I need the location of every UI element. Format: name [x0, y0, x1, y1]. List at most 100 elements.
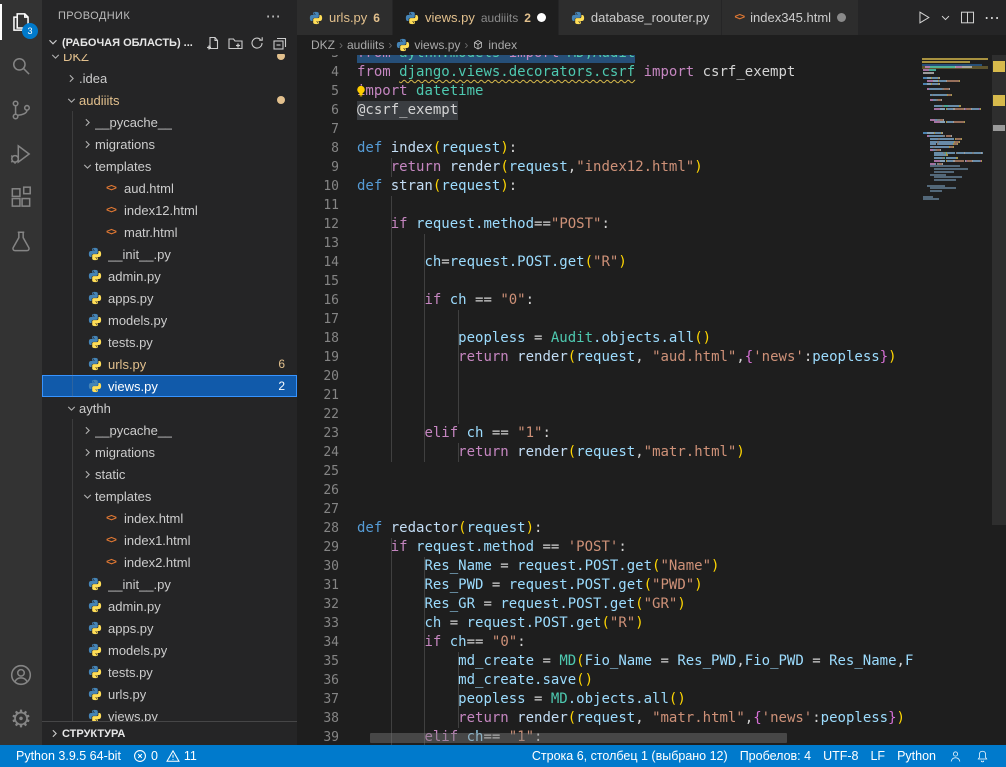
tree-item-aud.html[interactable]: <>aud.html: [42, 177, 297, 199]
tree-item-tests.py[interactable]: tests.py: [42, 661, 297, 683]
settings-gear-icon[interactable]: ⚙: [0, 697, 42, 741]
tab-database_roouter.py[interactable]: database_roouter.py: [559, 0, 723, 35]
tree-item-__init__.py[interactable]: __init__.py: [42, 573, 297, 595]
tree-item-index1.html[interactable]: <>index1.html: [42, 529, 297, 551]
tree-item-views.py[interactable]: views.py: [42, 705, 297, 721]
minimap[interactable]: [920, 55, 992, 745]
line-number[interactable]: 33: [297, 614, 339, 633]
breadcrumb-item-index[interactable]: index: [472, 38, 517, 52]
encoding-status[interactable]: UTF-8: [817, 745, 864, 767]
line-number[interactable]: 10: [297, 177, 339, 196]
breadcrumb-item-audiiits[interactable]: audiiits: [347, 38, 384, 52]
line-number[interactable]: 23: [297, 424, 339, 443]
tree-item-views.py[interactable]: views.py2: [42, 375, 297, 397]
scrollbar-overview-ruler[interactable]: [992, 55, 1006, 745]
problems-status[interactable]: 0 11: [127, 745, 203, 767]
tree-item-tests.py[interactable]: tests.py: [42, 331, 297, 353]
account-icon[interactable]: [0, 653, 42, 697]
run-debug-icon[interactable]: [0, 132, 42, 176]
line-number[interactable]: 28: [297, 519, 339, 538]
code-line-11[interactable]: 11: [297, 196, 1006, 215]
new-file-icon[interactable]: [205, 35, 221, 51]
code-line-20[interactable]: 20: [297, 367, 1006, 386]
line-number[interactable]: 35: [297, 652, 339, 671]
code-line-32[interactable]: 32 Res_GR = request.POST.get("GR"): [297, 595, 1006, 614]
code-line-34[interactable]: 34 if ch== "0":: [297, 633, 1006, 652]
indentation-status[interactable]: Пробелов: 4: [734, 745, 817, 767]
tree-item-index.html[interactable]: <>index.html: [42, 507, 297, 529]
code-line-28[interactable]: 28def redactor(request):: [297, 519, 1006, 538]
tree-item-.idea[interactable]: .idea: [42, 67, 297, 89]
line-number[interactable]: 7: [297, 120, 339, 139]
code-line-36[interactable]: 36 md_create.save(): [297, 671, 1006, 690]
tree-item-static[interactable]: static: [42, 463, 297, 485]
line-number[interactable]: 15: [297, 272, 339, 291]
line-number[interactable]: 16: [297, 291, 339, 310]
line-number[interactable]: 8: [297, 139, 339, 158]
code-line-5[interactable]: 5import datetime: [297, 82, 1006, 101]
tree-item-__init__.py[interactable]: __init__.py: [42, 243, 297, 265]
horizontal-scrollbar[interactable]: [370, 733, 787, 743]
code-line-12[interactable]: 12 if request.method=="POST":: [297, 215, 1006, 234]
code-line-29[interactable]: 29 if request.method == 'POST':: [297, 538, 1006, 557]
code-line-16[interactable]: 16 if ch == "0":: [297, 291, 1006, 310]
tree-item-index12.html[interactable]: <>index12.html: [42, 199, 297, 221]
split-editor-icon[interactable]: [959, 9, 976, 26]
line-number[interactable]: 25: [297, 462, 339, 481]
code-line-13[interactable]: 13: [297, 234, 1006, 253]
line-number[interactable]: 32: [297, 595, 339, 614]
code-line-31[interactable]: 31 Res_PWD = request.POST.get("PWD"): [297, 576, 1006, 595]
line-number[interactable]: 38: [297, 709, 339, 728]
tab-views.py[interactable]: views.pyaudiiits2: [393, 0, 559, 35]
line-number[interactable]: 4: [297, 63, 339, 82]
code-line-6[interactable]: 6@csrf_exempt: [297, 101, 1006, 120]
line-number[interactable]: 30: [297, 557, 339, 576]
lightbulb-icon[interactable]: [354, 84, 368, 104]
extensions-icon[interactable]: [0, 176, 42, 220]
editor-more-actions-icon[interactable]: ⋯: [984, 8, 1000, 27]
tree-item-index2.html[interactable]: <>index2.html: [42, 551, 297, 573]
code-line-19[interactable]: 19 return render(request, "aud.html",{'n…: [297, 348, 1006, 367]
breadcrumb-item-views.py[interactable]: views.py: [396, 38, 460, 52]
code-line-18[interactable]: 18 peopless = Audit.objects.all(): [297, 329, 1006, 348]
run-dropdown-chevron-icon[interactable]: [940, 12, 951, 23]
tree-item-models.py[interactable]: models.py: [42, 309, 297, 331]
tree-item-templates[interactable]: templates: [42, 155, 297, 177]
tab-index345.html[interactable]: <>index345.html: [722, 0, 859, 35]
outline-section-header[interactable]: СТРУКТУРА: [42, 721, 297, 745]
line-number[interactable]: 9: [297, 158, 339, 177]
tree-item-aythh[interactable]: aythh: [42, 397, 297, 419]
tree-item-audiiits[interactable]: audiiits: [42, 89, 297, 111]
line-number[interactable]: 13: [297, 234, 339, 253]
line-number[interactable]: 20: [297, 367, 339, 386]
tree-item-__pycache__[interactable]: __pycache__: [42, 111, 297, 133]
code-line-4[interactable]: 4from django.views.decorators.csrf impor…: [297, 63, 1006, 82]
tree-item-apps.py[interactable]: apps.py: [42, 287, 297, 309]
refresh-icon[interactable]: [249, 35, 265, 51]
language-mode-status[interactable]: Python: [891, 745, 942, 767]
code-line-3[interactable]: 3from aythh.models import MD,Audit: [297, 55, 1006, 63]
workspace-section-header[interactable]: (РАБОЧАЯ ОБЛАСТЬ) ...: [42, 32, 297, 54]
breadcrumb-item-DKZ[interactable]: DKZ: [311, 38, 335, 52]
cursor-position-status[interactable]: Строка 6, столбец 1 (выбрано 12): [526, 745, 734, 767]
code-line-35[interactable]: 35 md_create = MD(Fio_Name = Res_PWD,Fio…: [297, 652, 1006, 671]
python-interpreter-status[interactable]: Python 3.9.5 64-bit: [10, 745, 127, 767]
code-line-33[interactable]: 33 ch = request.POST.get("R"): [297, 614, 1006, 633]
notifications-bell-icon[interactable]: [969, 745, 996, 767]
eol-status[interactable]: LF: [864, 745, 891, 767]
code-line-30[interactable]: 30 Res_Name = request.POST.get("Name"): [297, 557, 1006, 576]
line-number[interactable]: 26: [297, 481, 339, 500]
line-number[interactable]: 29: [297, 538, 339, 557]
new-folder-icon[interactable]: [227, 35, 243, 51]
line-number[interactable]: 12: [297, 215, 339, 234]
line-number[interactable]: 18: [297, 329, 339, 348]
code-editor[interactable]: 3from aythh.models import MD,Audit4from …: [297, 55, 1006, 745]
tree-item-urls.py[interactable]: urls.py6: [42, 353, 297, 375]
line-number[interactable]: 31: [297, 576, 339, 595]
code-line-27[interactable]: 27: [297, 500, 1006, 519]
dirty-dot[interactable]: [537, 13, 546, 22]
collapse-folders-icon[interactable]: [271, 35, 287, 51]
code-line-25[interactable]: 25: [297, 462, 1006, 481]
run-file-icon[interactable]: [915, 9, 932, 26]
code-line-26[interactable]: 26: [297, 481, 1006, 500]
